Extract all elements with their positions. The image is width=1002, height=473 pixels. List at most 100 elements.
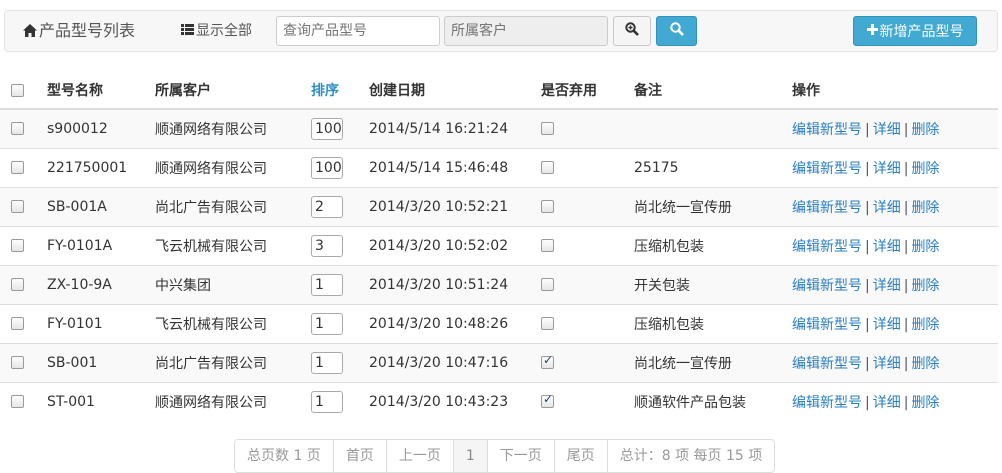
edit-model-link[interactable]: 编辑新型号: [792, 356, 862, 372]
discarded-cell: [541, 148, 634, 187]
discarded-checkbox[interactable]: [541, 353, 554, 369]
delete-link[interactable]: 删除: [911, 122, 939, 138]
action-separator: |: [903, 160, 909, 177]
row-select-cell: [0, 187, 47, 226]
select-all-checkbox[interactable]: [11, 83, 24, 97]
model-search-input[interactable]: [276, 16, 440, 46]
discarded-cell: [541, 265, 634, 304]
row-select-checkbox[interactable]: [11, 356, 24, 369]
discarded-checkbox[interactable]: [541, 161, 554, 174]
sort-input[interactable]: 1: [311, 351, 343, 374]
add-product-model-label: 新增产品型号: [879, 24, 964, 40]
sort-input[interactable]: 100: [311, 156, 343, 179]
detail-link[interactable]: 详细: [873, 161, 901, 177]
customer-input[interactable]: [444, 16, 608, 46]
header-sort[interactable]: 排序: [311, 72, 369, 110]
add-product-model-button[interactable]: 新增产品型号: [853, 16, 977, 46]
row-select-checkbox[interactable]: [11, 278, 24, 291]
sort-cell: 100: [311, 109, 369, 148]
sort-input[interactable]: 1: [311, 390, 343, 413]
sort-input[interactable]: 3: [311, 234, 343, 257]
detail-link[interactable]: 详细: [873, 200, 901, 216]
row-select-checkbox[interactable]: [11, 122, 24, 136]
discarded-checkbox[interactable]: [541, 200, 554, 213]
note-cell: [634, 109, 792, 148]
pager-prev[interactable]: 上一页: [385, 440, 453, 472]
delete-link[interactable]: 删除: [911, 200, 939, 216]
home-icon: [23, 12, 37, 52]
discarded-checkbox[interactable]: [541, 122, 554, 136]
search-button[interactable]: [656, 16, 697, 46]
list-icon: [181, 11, 194, 51]
table-row: ST-001 顺通网络有限公司 1 2014/3/20 10:43:23 顺通软件产品包…: [0, 382, 998, 421]
sort-input[interactable]: 100: [311, 117, 343, 140]
actions-cell: 编辑新型号 | 详细 | 删除: [792, 382, 998, 421]
detail-link[interactable]: 详细: [873, 278, 901, 294]
discarded-checkbox[interactable]: [541, 392, 554, 409]
detail-link[interactable]: 详细: [873, 239, 901, 255]
customer-cell: 顺通网络有限公司: [155, 121, 267, 138]
sort-input[interactable]: 2: [311, 195, 343, 218]
row-select-checkbox[interactable]: [11, 239, 24, 252]
row-select-cell: [0, 226, 47, 265]
detail-link[interactable]: 详细: [873, 395, 901, 411]
discarded-checkbox[interactable]: [541, 317, 554, 330]
zoom-button[interactable]: [613, 16, 651, 46]
pager-summary: 总计：8 项 每页 15 项: [606, 440, 775, 472]
delete-link[interactable]: 删除: [911, 278, 939, 294]
note-cell: 25175: [634, 159, 679, 176]
sort-cell: 1: [311, 265, 369, 304]
note-cell: 开关包装: [634, 277, 690, 294]
note-cell: 尚北统一宣传册: [634, 199, 732, 216]
sort-cell: 1: [311, 343, 369, 382]
model-cell: 221750001: [47, 159, 128, 176]
row-select-checkbox[interactable]: [11, 200, 24, 213]
header-actions: 操作: [792, 72, 998, 110]
sort-input[interactable]: 1: [311, 273, 343, 296]
detail-link[interactable]: 详细: [873, 122, 901, 138]
customer-cell: 中兴集团: [155, 277, 211, 294]
table-row: 221750001 顺通网络有限公司 100 2014/5/14 15:46:48 25…: [0, 148, 998, 187]
model-cell: SB-001: [47, 354, 98, 371]
edit-model-link[interactable]: 编辑新型号: [792, 239, 862, 255]
pager-first[interactable]: 首页: [332, 440, 386, 472]
discarded-checkbox[interactable]: [541, 239, 554, 252]
model-cell: SB-001A: [47, 198, 107, 215]
row-select-checkbox[interactable]: [11, 161, 24, 174]
action-separator: |: [865, 199, 870, 216]
model-cell: s900012: [47, 120, 108, 137]
row-select-checkbox[interactable]: [11, 395, 24, 409]
delete-link[interactable]: 删除: [911, 161, 939, 177]
show-all-button[interactable]: 显示全部: [181, 11, 252, 51]
pager-last[interactable]: 尾页: [553, 440, 607, 472]
detail-link[interactable]: 详细: [873, 317, 901, 333]
customer-cell: 飞云机械有限公司: [155, 238, 267, 255]
note-cell: 压缩机包装: [634, 316, 704, 333]
pager-current[interactable]: 1: [452, 440, 487, 472]
edit-model-link[interactable]: 编辑新型号: [792, 278, 862, 294]
edit-model-link[interactable]: 编辑新型号: [792, 200, 862, 216]
actions-cell: 编辑新型号 | 详细 | 删除: [792, 343, 998, 382]
edit-model-link[interactable]: 编辑新型号: [792, 395, 862, 411]
actions-cell: 编辑新型号 | 详细 | 删除: [792, 265, 998, 304]
edit-model-link[interactable]: 编辑新型号: [792, 161, 862, 177]
discarded-cell: [541, 304, 634, 343]
row-select-checkbox[interactable]: [11, 317, 24, 330]
delete-link[interactable]: 删除: [911, 356, 939, 372]
edit-model-link[interactable]: 编辑新型号: [792, 122, 862, 138]
sort-input[interactable]: 1: [311, 312, 343, 335]
row-select-cell: [0, 382, 47, 421]
discarded-checkbox[interactable]: [541, 278, 554, 291]
customer-cell: 顺通网络有限公司: [155, 160, 267, 177]
delete-link[interactable]: 删除: [911, 317, 939, 333]
actions-cell: 编辑新型号 | 详细 | 删除: [792, 109, 998, 148]
delete-link[interactable]: 删除: [911, 395, 939, 411]
customer-cell: 飞云机械有限公司: [155, 316, 267, 333]
sort-cell: 1: [311, 382, 369, 421]
pager-next[interactable]: 下一页: [486, 440, 554, 472]
detail-link[interactable]: 详细: [873, 356, 901, 372]
table-header-row: 型号名称 所属客户 排序 创建日期 是否弃用 备注 操作: [0, 72, 998, 110]
delete-link[interactable]: 删除: [911, 239, 939, 255]
action-separator: |: [903, 355, 909, 372]
edit-model-link[interactable]: 编辑新型号: [792, 317, 862, 333]
